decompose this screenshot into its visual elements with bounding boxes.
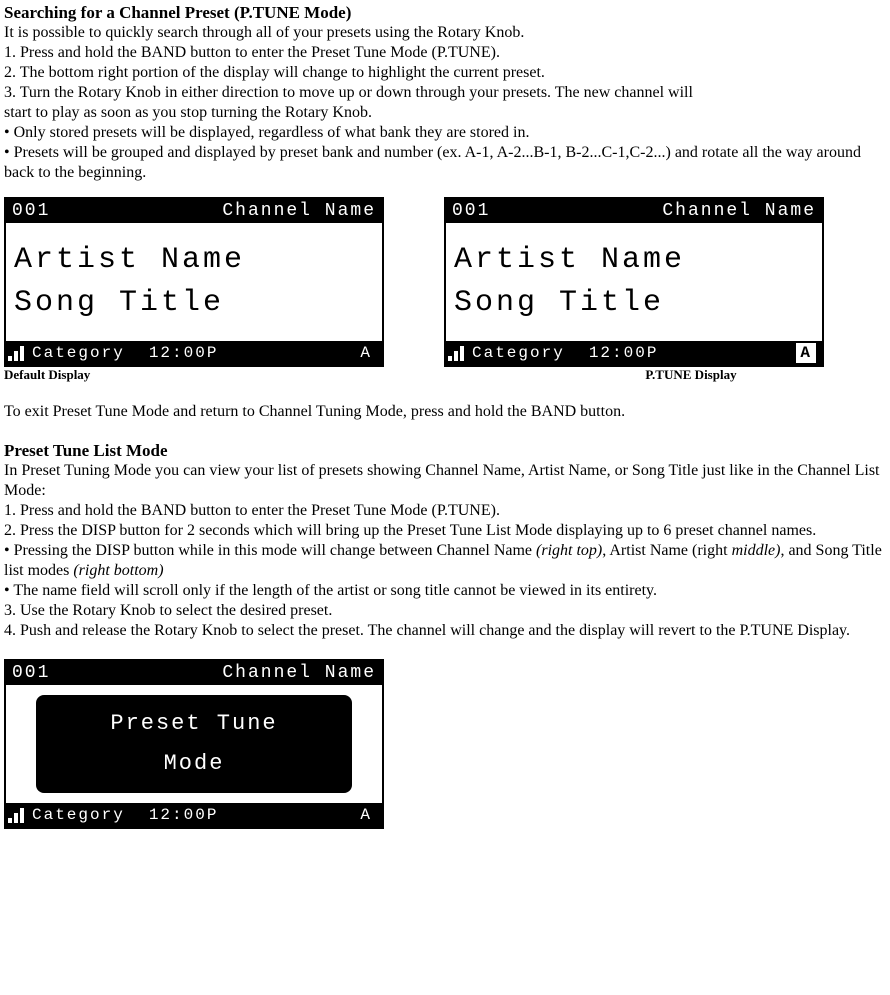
lcd-mid: Preset Tune Mode (6, 685, 382, 803)
figures-row: 001 Channel Name Artist Name Song Title … (4, 197, 886, 367)
lcd-channel-name: Channel Name (222, 200, 376, 223)
lcd-preset-slot: A (356, 343, 376, 363)
signal-icon (448, 345, 464, 361)
lcd-top-bar: 001 Channel Name (6, 661, 382, 685)
heading-list-mode: Preset Tune List Mode (4, 440, 886, 461)
lcd-bottom-bar: Category 12:00P A (6, 803, 382, 827)
lcd-channel-name: Channel Name (662, 200, 816, 223)
lcd-time: 12:00P (589, 343, 659, 363)
text: • Pressing the DISP button while in this… (4, 542, 536, 559)
text-step-2-3: 3. Use the Rotary Knob to select the des… (4, 601, 886, 621)
lcd-channel-number: 001 (452, 200, 490, 223)
text-step-2-1: 1. Press and hold the BAND button to ent… (4, 501, 886, 521)
text-italic: middle) (732, 542, 781, 559)
lcd-channel-number: 001 (12, 200, 50, 223)
lcd-artist-name: Artist Name (454, 242, 814, 280)
lcd-channel-number: 001 (12, 662, 50, 685)
text-step-1-2: 2. The bottom right portion of the displ… (4, 63, 886, 83)
text-italic: (right top) (536, 542, 602, 559)
lcd-mode-overlay: Preset Tune Mode (36, 695, 352, 793)
lcd-channel-name: Channel Name (222, 662, 376, 685)
caption-default: Default Display (4, 367, 90, 383)
lcd-mode-display: 001 Channel Name Preset Tune Mode Catego… (4, 659, 384, 829)
text-bullet-1-1: • Only stored presets will be displayed,… (4, 123, 886, 143)
lcd-top-bar: 001 Channel Name (446, 199, 822, 223)
lcd-mid: Artist Name Song Title (446, 223, 822, 341)
text-bullet-2-1: • Pressing the DISP button while in this… (4, 541, 886, 581)
lcd-time: 12:00P (149, 343, 219, 363)
text-italic: (right bottom) (73, 562, 163, 579)
heading-ptune-mode: Searching for a Channel Preset (P.TUNE M… (4, 2, 886, 23)
lcd-overlay-line2: Mode (164, 750, 225, 778)
text-intro-1: It is possible to quickly search through… (4, 23, 886, 43)
lcd-ptune-display: 001 Channel Name Artist Name Song Title … (444, 197, 824, 367)
lcd-category: Category (472, 343, 565, 363)
lcd-song-title: Song Title (14, 285, 374, 323)
lcd-category: Category (32, 805, 125, 825)
text-exit: To exit Preset Tune Mode and return to C… (4, 402, 886, 422)
lcd-song-title: Song Title (454, 285, 814, 323)
text-step-1-3a: 3. Turn the Rotary Knob in either direct… (4, 83, 886, 103)
signal-icon (8, 807, 24, 823)
lcd-bottom-bar: Category 12:00P A (6, 341, 382, 365)
lcd-top-bar: 001 Channel Name (6, 199, 382, 223)
lcd-category: Category (32, 343, 125, 363)
lcd-preset-slot: A (356, 805, 376, 825)
lcd-bottom-bar: Category 12:00P A (446, 341, 822, 365)
text-step-1-3b: start to play as soon as you stop turnin… (4, 103, 886, 123)
text-step-1-1: 1. Press and hold the BAND button to ent… (4, 43, 886, 63)
lcd-artist-name: Artist Name (14, 242, 374, 280)
text-intro-2: In Preset Tuning Mode you can view your … (4, 461, 886, 501)
lcd-default-display: 001 Channel Name Artist Name Song Title … (4, 197, 384, 367)
caption-ptune: P.TUNE Display (645, 367, 736, 383)
lcd-preset-slot-highlighted: A (796, 343, 816, 363)
caption-row: Default Display P.TUNE Display (4, 367, 886, 383)
text-step-2-2: 2. Press the DISP button for 2 seconds w… (4, 521, 886, 541)
lcd-overlay-line1: Preset Tune (110, 710, 277, 738)
lcd-mid: Artist Name Song Title (6, 223, 382, 341)
signal-icon (8, 345, 24, 361)
text-bullet-1-2: • Presets will be grouped and displayed … (4, 143, 886, 183)
text-bullet-2-2: • The name field will scroll only if the… (4, 581, 886, 601)
text: , Artist Name (right (602, 542, 731, 559)
text-step-2-4: 4. Push and release the Rotary Knob to s… (4, 621, 886, 641)
lcd-time: 12:00P (149, 805, 219, 825)
